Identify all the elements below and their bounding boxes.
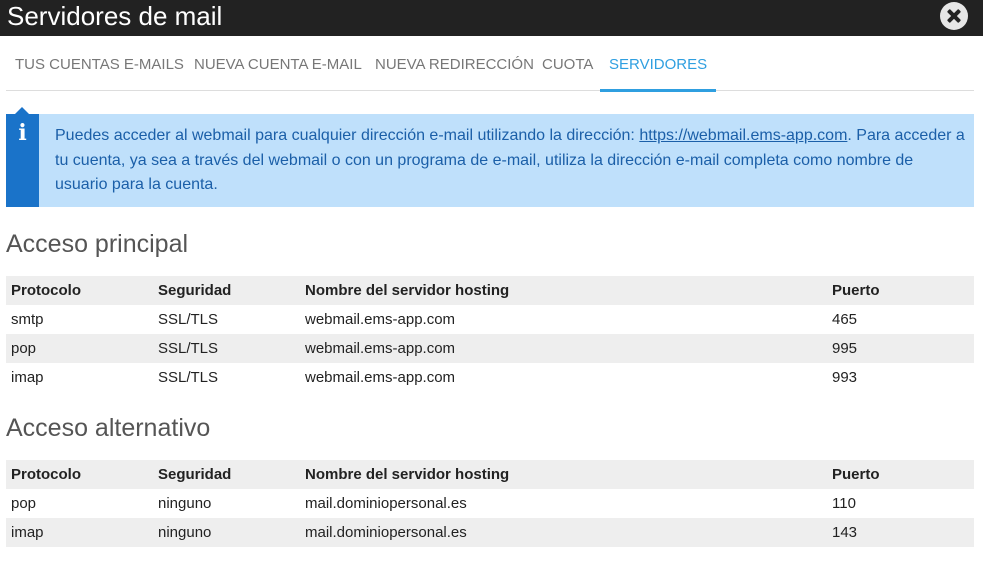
title-bar: Servidores de mail bbox=[0, 0, 983, 36]
column-header-port: Puerto bbox=[832, 466, 880, 483]
column-header-protocol: Protocolo bbox=[11, 282, 81, 299]
cell-host: mail.dominiopersonal.es bbox=[305, 524, 467, 541]
cell-security: SSL/TLS bbox=[158, 369, 219, 386]
alternative-servers-table: Protocolo Seguridad Nombre del servidor … bbox=[6, 460, 974, 547]
table-header-row: Protocolo Seguridad Nombre del servidor … bbox=[6, 460, 974, 489]
close-icon[interactable] bbox=[940, 2, 968, 30]
tab-nueva-redireccion[interactable]: NUEVA REDIRECCIÓN bbox=[375, 36, 534, 91]
cell-protocol: pop bbox=[11, 495, 37, 512]
table-header-row: Protocolo Seguridad Nombre del servidor … bbox=[6, 276, 974, 305]
cell-host: mail.dominiopersonal.es bbox=[305, 495, 467, 512]
cell-port: 143 bbox=[832, 524, 858, 541]
tab-tus-cuentas-emails[interactable]: TUS CUENTAS E-MAILS bbox=[15, 36, 184, 91]
cell-port: 993 bbox=[832, 369, 858, 386]
cell-port: 995 bbox=[832, 340, 858, 357]
cell-protocol: imap bbox=[11, 524, 44, 541]
cell-port: 110 bbox=[832, 495, 856, 512]
column-header-host: Nombre del servidor hosting bbox=[305, 466, 510, 483]
cell-host: webmail.ems-app.com bbox=[305, 369, 456, 386]
window-title: Servidores de mail bbox=[7, 1, 223, 31]
column-header-security: Seguridad bbox=[158, 282, 232, 299]
cell-security: ninguno bbox=[158, 524, 212, 541]
tab-cuota[interactable]: CUOTA bbox=[542, 36, 593, 91]
primary-servers-table: Protocolo Seguridad Nombre del servidor … bbox=[6, 276, 974, 392]
table-row: smtp SSL/TLS webmail.ems-app.com 465 bbox=[6, 305, 974, 334]
tab-servidores[interactable]: SERVIDORES bbox=[600, 36, 717, 92]
notice-notch bbox=[15, 107, 29, 114]
tab-bar: TUS CUENTAS E-MAILS NUEVA CUENTA E-MAIL … bbox=[6, 36, 974, 92]
notice-stripe: i bbox=[6, 107, 39, 207]
notice-text-before: Puedes acceder al webmail para cualquier… bbox=[55, 127, 640, 144]
cell-protocol: smtp bbox=[11, 311, 44, 328]
table-row: imap ninguno mail.dominiopersonal.es 143 bbox=[6, 518, 974, 547]
column-header-port: Puerto bbox=[832, 282, 880, 299]
column-header-security: Seguridad bbox=[158, 466, 232, 483]
cell-port: 465 bbox=[832, 311, 858, 328]
active-tab-indicator bbox=[600, 89, 717, 92]
table-row: pop ninguno mail.dominiopersonal.es 110 bbox=[6, 489, 974, 518]
cell-protocol: imap bbox=[11, 369, 44, 386]
cell-host: webmail.ems-app.com bbox=[305, 311, 456, 328]
table-row: imap SSL/TLS webmail.ems-app.com 993 bbox=[6, 363, 974, 392]
cell-security: ninguno bbox=[158, 495, 212, 512]
cell-protocol: pop bbox=[11, 340, 37, 357]
tab-nueva-cuenta-email[interactable]: NUEVA CUENTA E-MAIL bbox=[194, 36, 362, 91]
notice-text: Puedes acceder al webmail para cualquier… bbox=[55, 124, 965, 198]
table-row: pop SSL/TLS webmail.ems-app.com 995 bbox=[6, 334, 974, 363]
info-icon: i bbox=[18, 120, 27, 146]
webmail-link[interactable]: https://webmail.ems-app.com bbox=[639, 127, 847, 144]
column-header-host: Nombre del servidor hosting bbox=[305, 282, 510, 299]
cell-security: SSL/TLS bbox=[158, 340, 219, 357]
section-title-alternative: Acceso alternativo bbox=[6, 414, 211, 442]
cell-host: webmail.ems-app.com bbox=[305, 340, 456, 357]
info-notice: i Puedes acceder al webmail para cualqui… bbox=[6, 107, 974, 207]
section-title-primary: Acceso principal bbox=[6, 230, 189, 258]
cell-security: SSL/TLS bbox=[158, 311, 219, 328]
column-header-protocol: Protocolo bbox=[11, 466, 81, 483]
